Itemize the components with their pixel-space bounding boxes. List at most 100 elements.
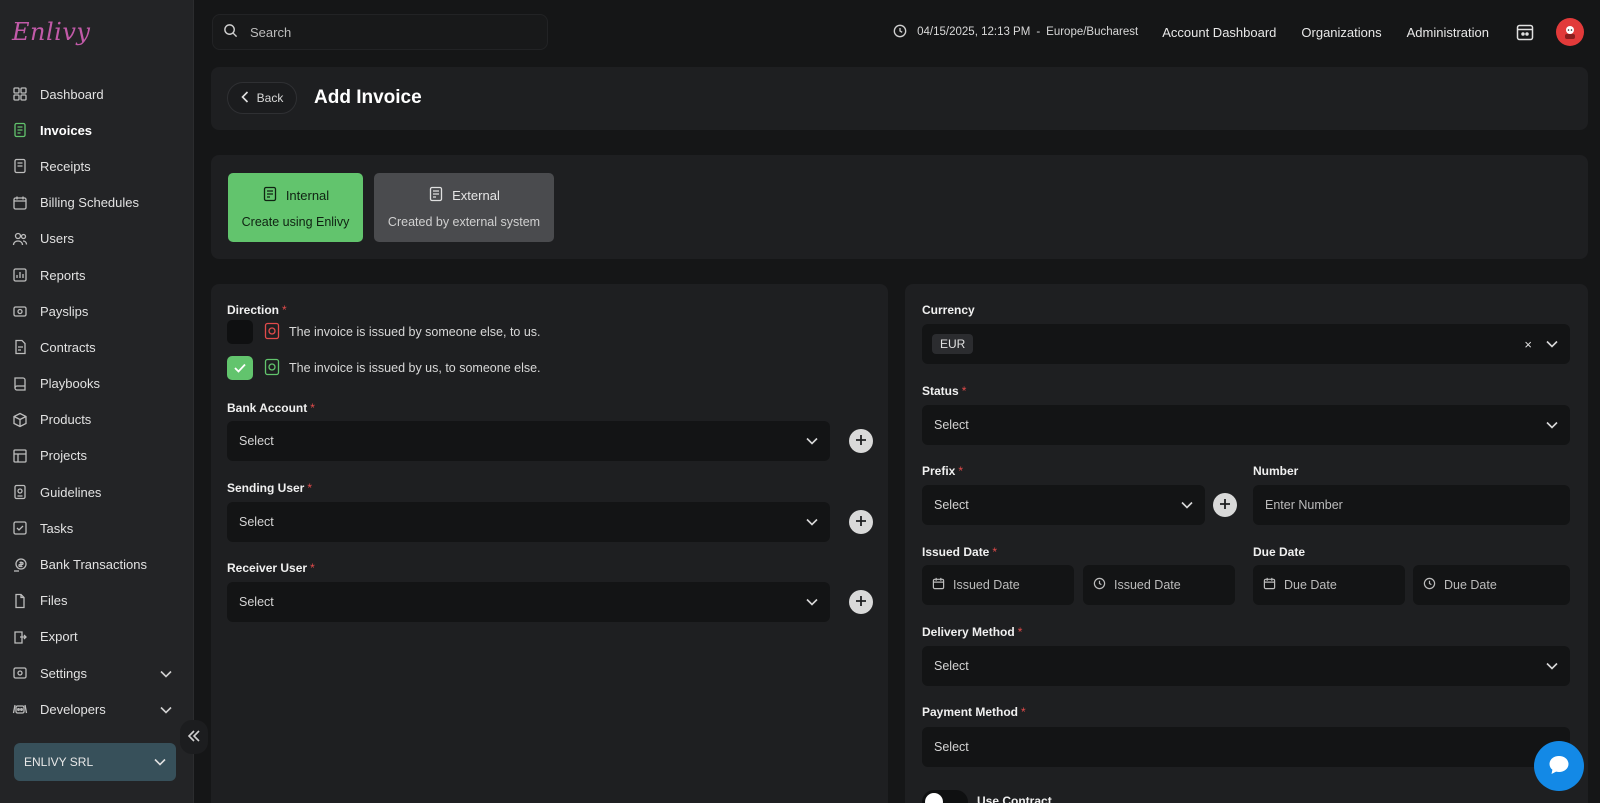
add-receiver-user-button[interactable] [849,590,873,614]
number-input[interactable]: Enter Number [1253,485,1570,525]
sending-user-select[interactable]: Select [227,502,830,542]
sidebar-item-files[interactable]: Files [0,583,194,619]
sidebar-item-label: Dashboard [40,86,104,102]
issued-time-input[interactable]: Issued Date [1083,565,1235,605]
projects-icon [12,448,28,464]
use-contract-toggle[interactable] [922,790,968,803]
user-avatar[interactable] [1556,18,1584,46]
chevron-down-icon [160,702,172,717]
currency-select[interactable]: EUR × [922,324,1570,364]
use-contract-label: Use Contract [977,794,1052,803]
delivery-method-label: Delivery Method * [922,625,1023,639]
receiver-user-label: Receiver User * [227,561,315,575]
internal-option-title: Internal [285,188,330,203]
issued-date-input[interactable]: Issued Date [922,565,1074,605]
top-bar: Search 04/15/2025, 12:13 PM - Europe/Buc… [194,0,1600,62]
payment-method-select[interactable]: Select [922,727,1570,767]
add-sending-user-button[interactable] [849,510,873,534]
search-input[interactable]: Search [212,14,548,50]
sidebar-item-products[interactable]: Products [0,402,194,438]
plus-icon [1219,498,1231,513]
status-select[interactable]: Select [922,405,1570,445]
add-prefix-button[interactable] [1213,493,1237,517]
sidebar-item-playbooks[interactable]: Playbooks [0,366,194,402]
timezone-display: 04/15/2025, 12:13 PM - Europe/Bucharest [893,24,1138,41]
sidebar-item-developers[interactable]: Developers [0,691,194,727]
chevron-down-icon [154,755,166,769]
internal-option-subtitle: Create using Enlivy [241,215,350,229]
direction-option-incoming[interactable]: The invoice is issued by someone else, t… [227,320,541,344]
bank-account-select[interactable]: Select [227,421,830,461]
sidebar-item-receipts[interactable]: Receipts [0,148,194,184]
sidebar-item-reports[interactable]: Reports [0,257,194,293]
invoice-icon [12,122,28,138]
sidebar-item-export[interactable]: Export [0,619,194,655]
sidebar-item-payslips[interactable]: Payslips [0,293,194,329]
external-option[interactable]: External Created by external system [374,173,554,242]
collapse-sidebar-button[interactable] [180,720,208,754]
sending-user-value: Select [239,515,274,529]
internal-option[interactable]: Internal Create using Enlivy [228,173,363,242]
sidebar-item-label: Settings [40,665,87,681]
sidebar-item-label: Projects [40,448,87,464]
sidebar-item-contracts[interactable]: Contracts [0,329,194,365]
account-dashboard-link[interactable]: Account Dashboard [1162,25,1276,40]
direction-option-outgoing-text: The invoice is issued by us, to someone … [289,361,541,375]
top-bar-right: 04/15/2025, 12:13 PM - Europe/Bucharest … [893,14,1584,50]
delivery-method-select[interactable]: Select [922,646,1570,686]
sidebar-item-label: Products [40,412,92,428]
sidebar-item-invoices[interactable]: Invoices [0,112,194,148]
direction-option-incoming-text: The invoice is issued by someone else, t… [289,325,541,339]
sidebar-item-tasks[interactable]: Tasks [0,510,194,546]
clock-icon [1093,577,1114,593]
organizations-link[interactable]: Organizations [1301,25,1381,40]
logo[interactable]: Enlivy [12,18,90,46]
sidebar-item-guidelines[interactable]: Guidelines [0,474,194,510]
incoming-invoice-icon [263,322,281,343]
receiver-user-select[interactable]: Select [227,582,830,622]
sidebar-item-bank-transactions[interactable]: Bank Transactions [0,546,194,582]
external-option-subtitle: Created by external system [387,215,541,229]
bank-icon [12,557,28,573]
sidebar-item-settings[interactable]: Settings [0,655,194,691]
sidebar-item-users[interactable]: Users [0,221,194,257]
prefix-select[interactable]: Select [922,485,1205,525]
sidebar-item-projects[interactable]: Projects [0,438,194,474]
direction-option-outgoing[interactable]: The invoice is issued by us, to someone … [227,356,541,380]
due-time-input[interactable]: Due Date [1413,565,1570,605]
add-bank-account-button[interactable] [849,429,873,453]
chevron-down-icon [1546,418,1558,432]
administration-link[interactable]: Administration [1407,25,1489,40]
sidebar-nav: Dashboard Invoices Receipts Billing Sche… [0,76,194,727]
plus-icon [855,595,867,610]
chat-bubble-icon [1548,755,1570,778]
guidelines-icon [12,484,28,500]
receipt-icon [12,158,28,174]
chevron-down-icon [1546,659,1558,673]
delivery-method-value: Select [934,659,969,673]
plus-icon [855,434,867,449]
sidebar-item-label: Billing Schedules [40,195,140,211]
due-time-placeholder: Due Date [1444,578,1497,592]
sidebar-item-label: Tasks [40,520,74,536]
receiver-user-value: Select [239,595,274,609]
dashboard-icon [12,86,28,102]
sidebar-item-billing-schedules[interactable]: Billing Schedules [0,185,194,221]
outgoing-invoice-icon [263,358,281,379]
direction-checkbox-outgoing[interactable] [227,356,253,380]
issued-time-placeholder: Issued Date [1114,578,1181,592]
sidebar-item-label: Files [40,593,68,609]
search-icon [223,23,250,41]
chevron-down-icon [160,666,172,681]
clear-currency-icon[interactable]: × [1524,337,1532,352]
payslips-icon [12,303,28,319]
sidebar-item-label: Playbooks [40,376,100,392]
direction-checkbox-incoming[interactable] [227,320,253,344]
due-date-input[interactable]: Due Date [1253,565,1405,605]
users-icon [12,231,28,247]
calendar-icon[interactable] [1514,21,1536,43]
organization-switcher[interactable]: ENLIVY SRL [14,743,176,781]
sidebar-item-dashboard[interactable]: Dashboard [0,76,194,112]
back-button[interactable]: Back [227,82,297,114]
chat-support-button[interactable] [1534,741,1584,791]
